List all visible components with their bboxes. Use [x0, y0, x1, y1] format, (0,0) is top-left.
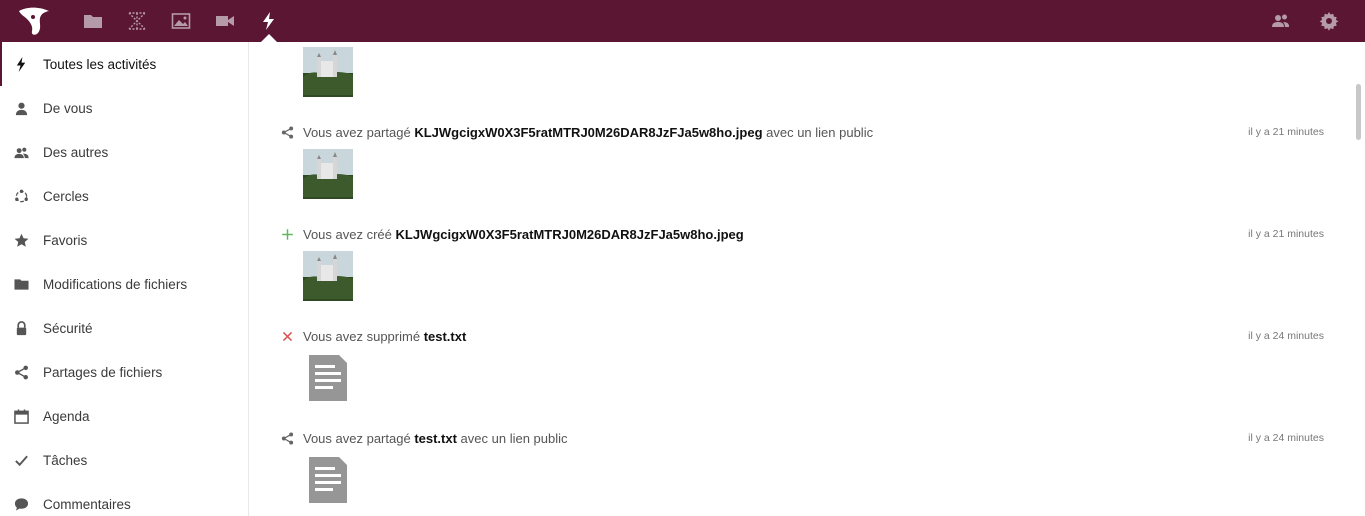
file-link[interactable]: KLJWgcigxW0X3F5ratMTRJ0M26DAR8JzFJa5w8ho… — [414, 125, 762, 140]
close-icon — [279, 328, 295, 344]
sidebar-item-label: Toutes les activités — [43, 56, 157, 72]
sidebar-item-label: Tâches — [43, 452, 88, 468]
lightning-icon — [13, 56, 29, 72]
activity-text: Vous avez partagé KLJWgcigxW0X3F5ratMTRJ… — [303, 124, 874, 140]
scrollbar[interactable] — [1352, 42, 1365, 516]
sidebar-item-favoris[interactable]: Favoris — [0, 218, 248, 262]
image-icon[interactable] — [169, 9, 193, 33]
video-icon[interactable] — [213, 9, 237, 33]
file-link[interactable]: test.txt — [424, 329, 467, 344]
sidebar-item-label: Modifications de fichiers — [43, 276, 188, 292]
activity-timestamp: il y a 21 minutes — [1248, 228, 1324, 240]
active-app-indicator — [261, 34, 277, 42]
activity-stream: Vous avez partagé KLJWgcigxW0X3F5ratMTRJ… — [250, 42, 1350, 516]
users-icon — [13, 144, 29, 160]
calendar-icon — [13, 408, 29, 424]
sidebar-item-label: Partages de fichiers — [43, 364, 163, 380]
checkmark-icon — [13, 452, 29, 468]
sidebar-item-label: Agenda — [43, 408, 90, 424]
activity-text: Vous avez créé KLJWgcigxW0X3F5ratMTRJ0M2… — [303, 226, 744, 242]
sidebar-item-taches[interactable]: Tâches — [0, 438, 248, 482]
lock-icon — [13, 320, 29, 336]
star-icon — [13, 232, 29, 248]
activity-text: Vous avez partagé test.txt avec un lien … — [303, 430, 568, 446]
sidebar-item-label: Sécurité — [43, 320, 93, 336]
circles-icon — [13, 188, 29, 204]
sidebar-item-de-vous[interactable]: De vous — [0, 86, 248, 130]
lightning-icon[interactable] — [257, 9, 281, 33]
sidebar: Toutes les activités De vous Des autres … — [0, 42, 249, 516]
scrollbar-thumb[interactable] — [1356, 84, 1361, 140]
plus-icon — [279, 226, 295, 242]
folder-icon — [13, 276, 29, 292]
file-link[interactable]: test.txt — [414, 431, 457, 446]
top-bar — [0, 0, 1365, 42]
sidebar-item-agenda[interactable]: Agenda — [0, 394, 248, 438]
image-thumbnail[interactable] — [303, 47, 353, 97]
network-icon[interactable] — [125, 9, 149, 33]
sidebar-item-label: Commentaires — [43, 496, 131, 512]
sidebar-item-modifications-fichiers[interactable]: Modifications de fichiers — [0, 262, 248, 306]
share-icon — [279, 430, 295, 446]
logo-icon[interactable] — [16, 5, 54, 37]
gear-icon[interactable] — [1317, 9, 1341, 33]
sidebar-item-label: Cercles — [43, 188, 89, 204]
text-file-icon[interactable] — [303, 455, 353, 505]
activity-item: Vous avez partagé KLJWgcigxW0X3F5ratMTRJ… — [279, 122, 1324, 199]
image-thumbnail[interactable] — [303, 149, 353, 199]
activity-item: Vous avez supprimé test.txt il y a 24 mi… — [279, 326, 1324, 403]
contacts-icon[interactable] — [1269, 9, 1293, 33]
activity-timestamp: il y a 21 minutes — [1248, 126, 1324, 138]
file-link[interactable]: KLJWgcigxW0X3F5ratMTRJ0M26DAR8JzFJa5w8ho… — [396, 227, 744, 242]
activity-item: Vous avez créé KLJWgcigxW0X3F5ratMTRJ0M2… — [279, 224, 1324, 301]
sidebar-item-label: Des autres — [43, 144, 109, 160]
sidebar-item-toutes-activites[interactable]: Toutes les activités — [0, 42, 248, 86]
sidebar-item-commentaires[interactable]: Commentaires — [0, 482, 248, 516]
activity-item: Vous avez partagé test.txt avec un lien … — [279, 428, 1324, 505]
folder-icon[interactable] — [81, 9, 105, 33]
user-icon — [13, 100, 29, 116]
comment-icon — [13, 496, 29, 512]
sidebar-item-des-autres[interactable]: Des autres — [0, 130, 248, 174]
share-icon — [13, 364, 29, 380]
activity-timestamp: il y a 24 minutes — [1248, 330, 1324, 342]
sidebar-item-label: De vous — [43, 100, 93, 116]
sidebar-item-cercles[interactable]: Cercles — [0, 174, 248, 218]
share-icon — [279, 124, 295, 140]
activity-text: Vous avez supprimé test.txt — [303, 328, 467, 344]
activity-timestamp: il y a 24 minutes — [1248, 432, 1324, 444]
sidebar-item-label: Favoris — [43, 232, 88, 248]
text-file-icon[interactable] — [303, 353, 353, 403]
sidebar-item-securite[interactable]: Sécurité — [0, 306, 248, 350]
sidebar-item-partages-fichiers[interactable]: Partages de fichiers — [0, 350, 248, 394]
image-thumbnail[interactable] — [303, 251, 353, 301]
